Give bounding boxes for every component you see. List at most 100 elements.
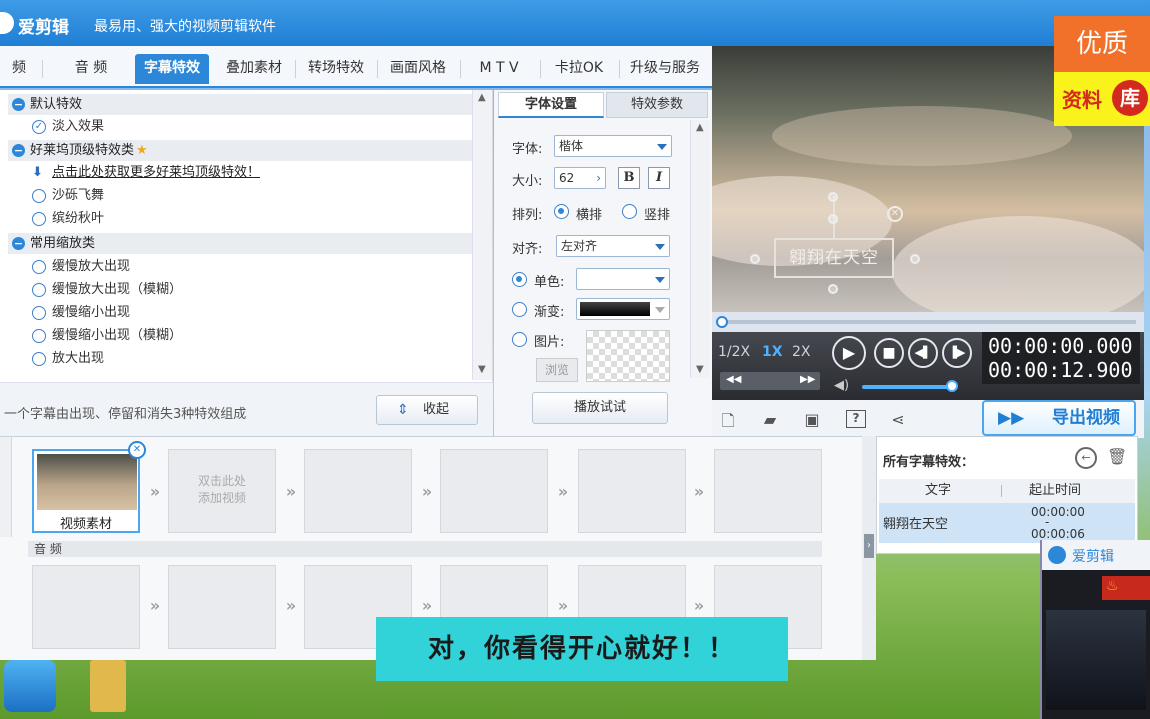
tab-effect-params[interactable]: 特效参数: [606, 92, 708, 118]
empty-slot[interactable]: [714, 449, 822, 533]
frame-step-bar[interactable]: ◀◀ ▶▶: [720, 372, 820, 390]
horizontal-radio[interactable]: [554, 204, 569, 219]
empty-slot[interactable]: [304, 449, 412, 533]
gradient-radio[interactable]: [512, 302, 527, 317]
empty-slot[interactable]: [440, 449, 548, 533]
tab-video[interactable]: 频: [0, 54, 38, 84]
effect-item[interactable]: 缓慢缩小出现（模糊）: [32, 325, 182, 347]
tab-transitions[interactable]: 转场特效: [300, 54, 372, 84]
export-video-button[interactable]: ▶▶ 导出视频: [982, 400, 1136, 436]
step-back-icon[interactable]: ◀◀: [726, 374, 741, 385]
add-video-slot[interactable]: 双击此处 添加视频: [168, 449, 276, 533]
scroll-up-icon[interactable]: ▲: [696, 122, 704, 133]
rotate-handle-icon[interactable]: [828, 192, 838, 202]
volume-thumb[interactable]: [946, 380, 958, 392]
delete-subtitle-icon[interactable]: ✕: [887, 206, 903, 222]
empty-slot[interactable]: [578, 449, 686, 533]
image-preview: [586, 330, 670, 382]
resize-handle-icon[interactable]: [828, 214, 838, 224]
browse-button[interactable]: 浏览: [536, 358, 578, 382]
seek-thumb[interactable]: [716, 316, 728, 328]
speed-1x[interactable]: 1X: [762, 344, 783, 360]
subtitle-text-box[interactable]: 翱翔在天空: [774, 238, 894, 278]
feature-tab-bar: 频 音 频 字幕特效 叠加素材 转场特效 画面风格 M T V 卡拉OK 升级与…: [0, 46, 712, 88]
font-select[interactable]: 楷体: [554, 135, 672, 157]
play-test-button[interactable]: 播放试试: [532, 392, 668, 424]
help-icon[interactable]: ?: [846, 410, 866, 428]
tab-separator: [42, 60, 43, 78]
resize-handle-icon[interactable]: [910, 254, 920, 264]
gradient-select[interactable]: [576, 298, 670, 320]
expand-panel-icon[interactable]: ›: [864, 534, 874, 558]
collapse-button[interactable]: ⇕ 收起: [376, 395, 478, 425]
tab-audio[interactable]: 音 频: [58, 54, 124, 84]
video-clip[interactable]: 视频素材 ✕: [32, 441, 146, 533]
audio-slot[interactable]: [168, 565, 276, 649]
chevron-right-icon[interactable]: ›: [596, 168, 601, 188]
tab-overlay-material[interactable]: 叠加素材: [218, 54, 290, 84]
share-icon[interactable]: ⋖: [888, 410, 908, 429]
group-default-effects[interactable]: − 默认特效: [8, 94, 472, 115]
tab-subtitle-effects[interactable]: 字幕特效: [135, 54, 209, 84]
stop-icon[interactable]: ■: [874, 338, 904, 368]
resize-handle-icon[interactable]: [750, 254, 760, 264]
effect-item[interactable]: 缓慢缩小出现: [32, 302, 130, 324]
seek-bar[interactable]: [712, 312, 1144, 332]
resize-handle-icon[interactable]: [828, 284, 838, 294]
prev-frame-icon[interactable]: ◀▌: [908, 338, 938, 368]
scroll-down-icon[interactable]: ▼: [478, 364, 486, 375]
next-frame-icon[interactable]: ▐▶: [942, 338, 972, 368]
tab-mtv[interactable]: M T V: [464, 54, 534, 84]
tab-karaoke[interactable]: 卡拉OK: [544, 54, 614, 84]
italic-button[interactable]: I: [648, 167, 670, 189]
audio-slot[interactable]: [32, 565, 140, 649]
font-panel-scrollbar[interactable]: ▲ ▼: [690, 120, 710, 378]
subtitle-row[interactable]: 翱翔在天空 00:00:00 - 00:00:06: [879, 503, 1135, 543]
aijianji-desktop-icon[interactable]: [4, 660, 56, 712]
horizontal-label: 横排: [576, 208, 603, 223]
vertical-radio[interactable]: [622, 204, 637, 219]
solid-color-radio[interactable]: [512, 272, 527, 287]
open-folder-icon[interactable]: ▰: [760, 410, 780, 429]
column-text: 文字: [925, 483, 952, 498]
step-forward-icon[interactable]: ▶▶: [800, 374, 815, 385]
play-icon[interactable]: ▶: [832, 336, 866, 370]
tab-font-settings[interactable]: 字体设置: [498, 92, 604, 118]
tab-picture-style[interactable]: 画面风格: [382, 54, 454, 84]
panel-splitter[interactable]: ›: [862, 436, 876, 660]
bold-button[interactable]: B: [618, 167, 640, 189]
effects-scrollbar[interactable]: ▲ ▼: [472, 90, 492, 380]
remove-clip-icon[interactable]: ✕: [128, 441, 146, 459]
scroll-down-icon[interactable]: ▼: [696, 364, 704, 375]
effect-item[interactable]: 缤纷秋叶: [32, 208, 104, 230]
effect-item[interactable]: 缓慢放大出现: [32, 256, 130, 278]
folder-desktop-icon[interactable]: [90, 660, 126, 712]
effect-item[interactable]: 放大出现: [32, 348, 104, 370]
save-icon[interactable]: ▣: [802, 410, 822, 429]
group-hollywood-effects[interactable]: − 好莱坞顶级特效类 ★: [8, 140, 472, 161]
effect-item[interactable]: 沙砾飞舞: [32, 185, 104, 207]
group-zoom-effects[interactable]: − 常用缩放类: [8, 233, 472, 254]
trash-icon[interactable]: 🗑: [1107, 447, 1127, 466]
solid-color-select[interactable]: [576, 268, 670, 290]
effect-item[interactable]: 缓慢放大出现（模糊）: [32, 279, 182, 301]
effect-item[interactable]: ✓ 淡入效果: [32, 116, 104, 138]
speed-half[interactable]: 1/2X: [718, 344, 750, 360]
back-icon[interactable]: ←: [1075, 447, 1097, 469]
get-more-effects-link[interactable]: ⬇ 点击此处获取更多好莱坞顶级特效！: [32, 162, 260, 184]
effect-label: 淡入效果: [52, 119, 105, 134]
image-radio[interactable]: [512, 332, 527, 347]
timeline-left-edge: [0, 437, 12, 537]
scroll-up-icon[interactable]: ▲: [478, 92, 486, 103]
new-file-icon[interactable]: 🗋: [718, 410, 738, 430]
size-input[interactable]: 62 ›: [554, 167, 606, 189]
volume-slider[interactable]: [862, 385, 952, 389]
audio-track-label: 音 频: [28, 541, 822, 557]
effects-list: − 默认特效 ✓ 淡入效果 − 好莱坞顶级特效类 ★ ⬇ 点击此处获取更多好莱坞顶级特效！…: [0, 90, 493, 382]
tab-separator: [540, 60, 541, 78]
volume-icon[interactable]: ◀): [834, 378, 849, 393]
check-circle-icon: ✓: [32, 120, 46, 134]
speed-2x[interactable]: 2X: [792, 344, 811, 360]
tab-upgrade-service[interactable]: 升级与服务: [622, 54, 708, 84]
align-select[interactable]: 左对齐: [556, 235, 670, 257]
